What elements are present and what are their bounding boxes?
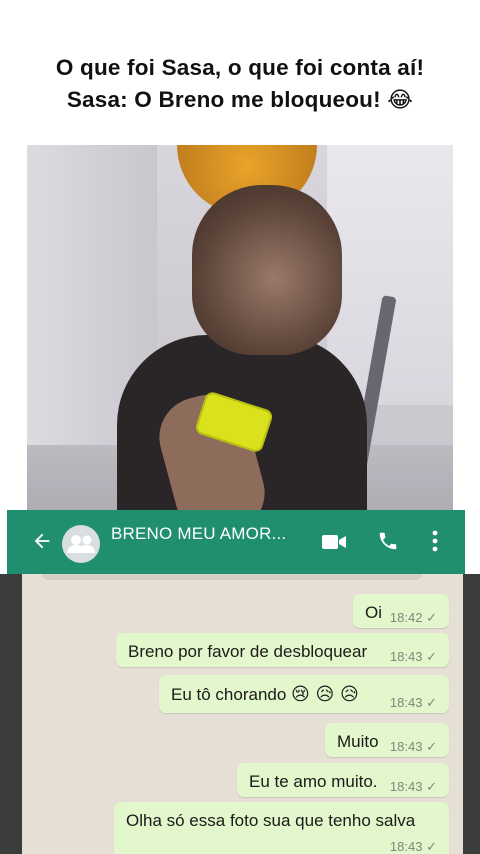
sent-check-icon: ✓ <box>426 610 437 625</box>
message-bubble[interactable]: Breno por favor de desbloquear 18:43 ✓ <box>116 633 449 667</box>
phone-icon[interactable] <box>377 530 399 552</box>
message-meta: 18:43 ✓ <box>390 779 437 795</box>
photo-person-head <box>192 185 342 355</box>
message-meta: 18:43 ✓ <box>390 695 437 711</box>
chat-header: BRENO MEU AMOR... <box>7 510 465 574</box>
message-time: 18:43 <box>389 839 423 854</box>
crying-emoji-icon: 😢 😥 😥 <box>291 684 359 705</box>
message-text-content: Eu tô chorando <box>171 685 292 704</box>
group-avatar-icon[interactable] <box>62 525 100 563</box>
previous-message-edge <box>42 574 422 580</box>
message-time: 18:43 <box>389 739 423 754</box>
sent-check-icon: ✓ <box>426 695 437 710</box>
contact-name[interactable]: BRENO MEU AMOR... <box>111 524 286 544</box>
sent-check-icon: ✓ <box>426 649 437 664</box>
message-text: Eu tô chorando 😢 😥 😥 <box>171 684 359 705</box>
message-meta: 18:43 ✓ <box>390 839 437 854</box>
message-bubble[interactable]: Eu te amo muito. 18:43 ✓ <box>237 763 449 797</box>
message-bubble[interactable]: Oi 18:42 ✓ <box>353 594 449 628</box>
message-meta: 18:43 ✓ <box>390 649 437 665</box>
back-arrow-icon[interactable] <box>31 530 53 552</box>
chat-area[interactable]: Oi 18:42 ✓ Breno por favor de desbloquea… <box>22 574 463 854</box>
message-text: Eu te amo muito. <box>249 772 378 791</box>
message-time: 18:42 <box>389 610 423 625</box>
message-meta: 18:42 ✓ <box>390 610 437 626</box>
message-bubble[interactable]: Eu tô chorando 😢 😥 😥 18:43 ✓ <box>159 675 449 713</box>
caption-line-2: Sasa: O Breno me bloqueou! 😂 <box>0 84 480 117</box>
video-call-icon[interactable] <box>321 532 347 552</box>
laughing-emoji-icon: 😂 <box>387 88 414 113</box>
caption-line-1: O que foi Sasa, o que foi conta aí! <box>55 55 425 80</box>
message-text: Breno por favor de desbloquear <box>128 642 368 661</box>
message-text: Olha só essa foto sua que tenho salva <box>126 811 416 830</box>
photo-window <box>327 145 453 405</box>
meme-caption: O que foi Sasa, o que foi conta aí! Sasa… <box>0 52 480 117</box>
message-text: Muito <box>337 732 379 751</box>
video-still-photo <box>27 145 453 515</box>
message-time: 18:43 <box>389 649 423 664</box>
sent-check-icon: ✓ <box>426 739 437 754</box>
sent-check-icon: ✓ <box>426 839 437 854</box>
caption-line-2-text: Sasa: O Breno me bloqueou! <box>66 87 381 112</box>
message-meta: 18:43 ✓ <box>390 739 437 755</box>
more-options-icon[interactable] <box>432 530 438 552</box>
message-bubble[interactable]: Olha só essa foto sua que tenho salva 18… <box>114 802 449 854</box>
message-time: 18:43 <box>389 779 423 794</box>
message-time: 18:43 <box>389 695 423 710</box>
message-bubble[interactable]: Muito 18:43 ✓ <box>325 723 449 757</box>
sent-check-icon: ✓ <box>426 779 437 794</box>
message-text: Oi <box>365 603 382 622</box>
